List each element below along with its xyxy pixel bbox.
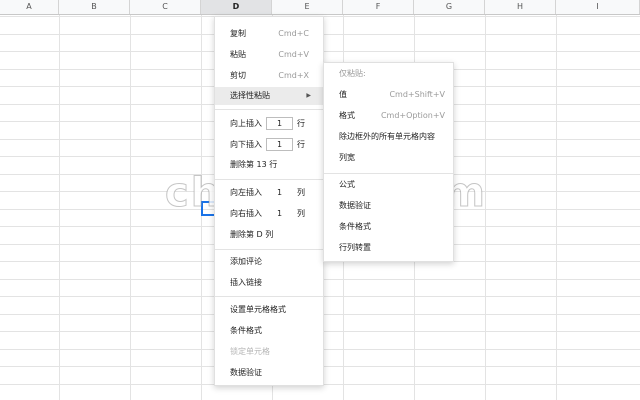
column-header-a[interactable]: A <box>0 0 59 14</box>
menu-item-label: 向下插入 <box>230 140 262 149</box>
menu-item-label: 粘贴 <box>230 50 246 59</box>
submenu-item-values[interactable]: 值 Cmd+Shift+V <box>324 86 453 104</box>
menu-item-label: 公式 <box>339 180 355 189</box>
unit-label: 行 <box>297 140 305 149</box>
menu-item-add-comment[interactable]: 添加评论 <box>215 253 323 271</box>
menu-item-insert-above[interactable]: 向上插入 1 行 <box>215 115 323 133</box>
menu-item-paste[interactable]: 粘贴 Cmd+V <box>215 46 323 64</box>
menu-item-label: 除边框外的所有单元格内容 <box>339 132 435 141</box>
menu-item-data-validation[interactable]: 数据验证 <box>215 364 323 382</box>
menu-item-format-cells[interactable]: 设置单元格格式 <box>215 301 323 319</box>
shortcut-label: Cmd+C <box>278 29 309 38</box>
menu-item-label: 添加评论 <box>230 257 262 266</box>
column-header-b[interactable]: B <box>59 0 130 14</box>
column-header-g[interactable]: G <box>414 0 485 14</box>
menu-item-paste-special[interactable]: 选择性粘贴 ▶ <box>215 87 323 105</box>
menu-divider <box>215 109 323 110</box>
shortcut-label: Cmd+X <box>278 71 309 80</box>
menu-item-label: 锁定单元格 <box>230 347 270 356</box>
shortcut-label: Cmd+Shift+V <box>389 90 445 99</box>
unit-label: 列 <box>297 188 305 197</box>
menu-item-label: 向上插入 <box>230 119 262 128</box>
unit-label: 行 <box>297 119 305 128</box>
menu-item-copy[interactable]: 复制 Cmd+C <box>215 25 323 43</box>
menu-item-delete-column[interactable]: 删除第 D 列 <box>215 226 323 244</box>
menu-item-insert-right[interactable]: 向右插入 1 列 <box>215 205 323 223</box>
menu-item-label: 设置单元格格式 <box>230 305 286 314</box>
menu-item-insert-left[interactable]: 向左插入 1 列 <box>215 184 323 202</box>
submenu-item-conditional-format[interactable]: 条件格式 <box>324 218 453 236</box>
menu-item-conditional-format[interactable]: 条件格式 <box>215 322 323 340</box>
menu-item-label: 插入链接 <box>230 278 262 287</box>
submenu-item-column-width[interactable]: 列宽 <box>324 149 453 167</box>
column-header-f[interactable]: F <box>343 0 414 14</box>
menu-item-label: 选择性粘贴 <box>230 91 270 100</box>
column-count-input[interactable]: 1 <box>266 207 293 220</box>
menu-item-label: 数据验证 <box>339 201 371 210</box>
menu-item-label: 向右插入 <box>230 209 262 218</box>
menu-item-label: 值 <box>339 90 347 99</box>
menu-item-insert-link[interactable]: 插入链接 <box>215 274 323 292</box>
submenu-arrow-icon: ▶ <box>306 92 311 99</box>
submenu-item-all-except-borders[interactable]: 除边框外的所有单元格内容 <box>324 128 453 146</box>
menu-item-label: 条件格式 <box>230 326 262 335</box>
column-count-input[interactable]: 1 <box>266 186 293 199</box>
submenu-item-transpose[interactable]: 行列转置 <box>324 239 453 257</box>
menu-divider <box>324 173 453 174</box>
submenu-header: 仅粘贴: <box>339 69 366 78</box>
context-menu: 复制 Cmd+C 粘贴 Cmd+V 剪切 Cmd+X 选择性粘贴 ▶ 向上插入 1… <box>214 16 324 386</box>
shortcut-label: Cmd+V <box>278 50 309 59</box>
menu-item-label: 行列转置 <box>339 243 371 252</box>
shortcut-label: Cmd+Option+V <box>380 111 445 120</box>
submenu-item-format[interactable]: 格式 Cmd+Option+V <box>324 107 453 125</box>
row-count-input[interactable]: 1 <box>266 138 293 151</box>
menu-item-label: 向左插入 <box>230 188 262 197</box>
menu-divider <box>215 296 323 297</box>
menu-item-delete-row[interactable]: 删除第 13 行 <box>215 156 323 174</box>
column-header-h[interactable]: H <box>485 0 556 14</box>
menu-item-cut[interactable]: 剪切 Cmd+X <box>215 67 323 85</box>
submenu-item-data-validation[interactable]: 数据验证 <box>324 197 453 215</box>
menu-divider <box>215 249 323 250</box>
menu-item-label: 删除第 13 行 <box>230 160 278 169</box>
menu-item-label: 剪切 <box>230 71 246 80</box>
column-header-d[interactable]: D <box>201 0 272 14</box>
submenu-item-formula[interactable]: 公式 <box>324 176 453 194</box>
column-header-i[interactable]: I <box>556 0 640 14</box>
menu-item-label: 条件格式 <box>339 222 371 231</box>
menu-item-insert-below[interactable]: 向下插入 1 行 <box>215 136 323 154</box>
menu-item-label: 删除第 D 列 <box>230 230 274 239</box>
menu-item-label: 数据验证 <box>230 368 262 377</box>
column-header-row: A B C D E F G H I <box>0 0 640 15</box>
menu-divider <box>215 179 323 180</box>
unit-label: 列 <box>297 209 305 218</box>
column-header-e[interactable]: E <box>272 0 343 14</box>
menu-item-label: 列宽 <box>339 153 355 162</box>
column-header-c[interactable]: C <box>130 0 201 14</box>
row-count-input[interactable]: 1 <box>266 117 293 130</box>
menu-item-lock-cells: 锁定单元格 <box>215 343 323 361</box>
menu-item-label: 格式 <box>339 111 355 120</box>
paste-special-submenu: 仅粘贴: 值 Cmd+Shift+V 格式 Cmd+Option+V 除边框外的… <box>323 62 454 262</box>
menu-item-label: 复制 <box>230 29 246 38</box>
